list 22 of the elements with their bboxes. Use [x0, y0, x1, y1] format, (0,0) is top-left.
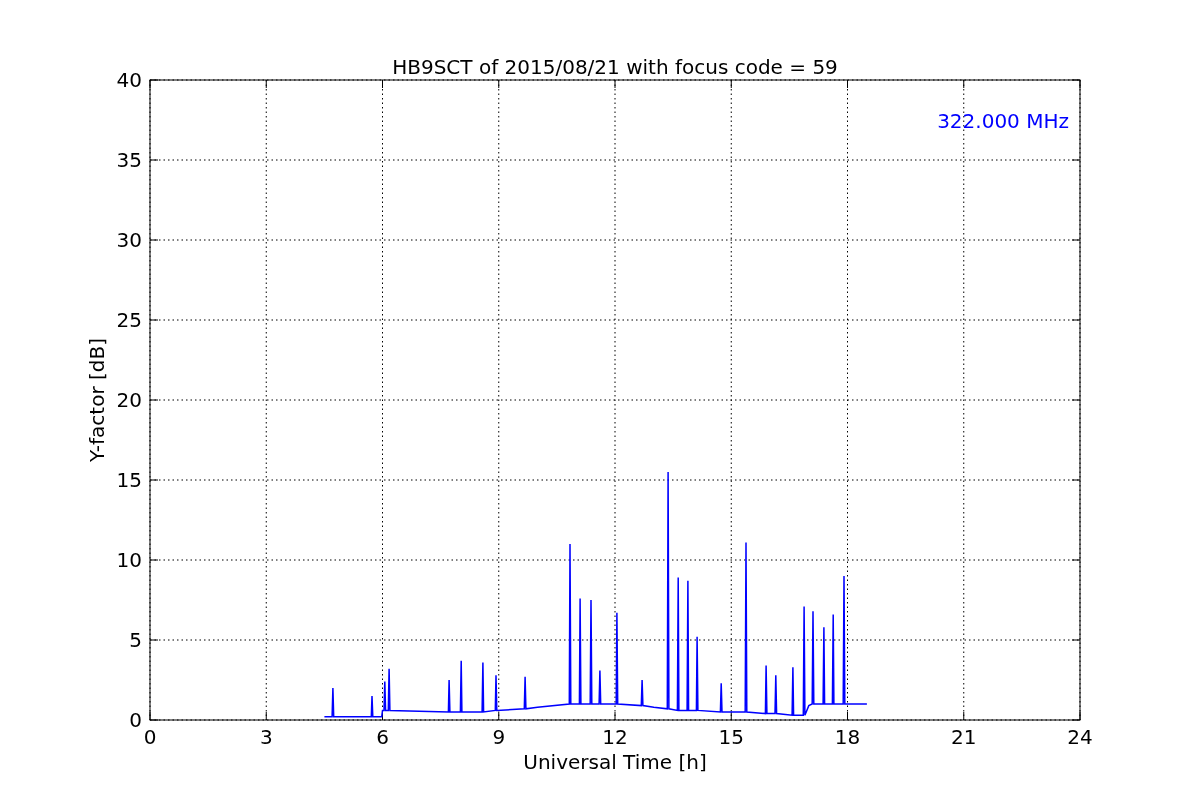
- y-tick-label: 5: [129, 628, 142, 652]
- x-tick-label: 3: [259, 725, 273, 749]
- x-tick-label: 24: [1067, 725, 1093, 749]
- chart-title: HB9SCT of 2015/08/21 with focus code = 59: [392, 55, 838, 79]
- x-tick-label: 12: [602, 725, 628, 749]
- y-tick-label: 35: [116, 148, 142, 172]
- y-axis-label: Y-factor [dB]: [85, 338, 109, 462]
- y-tick-label: 10: [116, 548, 142, 572]
- y-tick-label: 15: [116, 468, 142, 492]
- x-tick-label: 0: [143, 725, 157, 749]
- y-tick-label: 30: [116, 228, 142, 252]
- x-tick-label: 18: [834, 725, 861, 749]
- x-tick-label: 9: [492, 725, 506, 749]
- x-axis-label: Universal Time [h]: [523, 750, 707, 774]
- y-tick-label: 40: [116, 68, 142, 92]
- x-tick-label: 6: [376, 725, 389, 749]
- x-tick-label: 21: [951, 725, 977, 749]
- x-tick-label: 15: [718, 725, 744, 749]
- y-tick-label: 0: [129, 708, 142, 732]
- series-label: 322.000 MHz: [937, 109, 1069, 133]
- y-tick-label: 20: [116, 388, 142, 412]
- y-tick-label: 25: [116, 308, 142, 332]
